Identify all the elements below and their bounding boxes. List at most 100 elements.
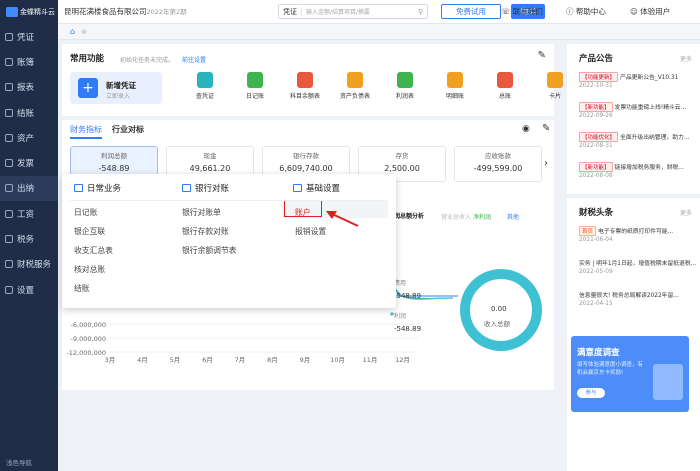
sidebar-item-1[interactable]: 账簿 — [0, 49, 58, 74]
service-icon — [5, 260, 13, 269]
announcement-item[interactable]: 【功能更新】 产品更新公告_V10.31 — [579, 72, 697, 82]
close-icon — [5, 108, 13, 117]
sidebar-item-6[interactable]: 出纳 — [0, 175, 58, 202]
x-tick-label: 11月 — [363, 356, 378, 364]
invoice-icon — [5, 159, 13, 168]
donut-value: 0.00 — [491, 305, 507, 313]
sidebar-item-label: 设置 — [17, 285, 35, 296]
voucher-icon — [5, 32, 13, 41]
announcement-item[interactable]: 【新功能】 发票功能重磅上线!精斗云... — [579, 102, 697, 112]
help-link[interactable]: ⓘ 帮助中心 — [566, 6, 606, 17]
news-text: 信息量很大! 税务总局解读2022年留... — [579, 293, 679, 299]
survey-title: 满意度调查 — [577, 348, 620, 358]
sidebar-item-label: 出纳 — [17, 184, 35, 195]
annot-profit-value: -548.89 — [394, 325, 422, 333]
chart-legend: 营业总收入 净利润 其他 — [441, 212, 519, 221]
x-tick-label: 6月 — [202, 356, 213, 364]
x-tick-label: 7月 — [235, 356, 246, 364]
news-date: 2022-04-15 — [579, 301, 613, 307]
x-tick-label: 3月 — [105, 356, 116, 364]
settings-icon — [293, 184, 302, 192]
menu-item[interactable]: 银行余额调节表 — [182, 245, 237, 256]
cashier-dropdown-menu: 日常业务 银行对账 基础设置 日记账 银企互联 收支汇总表 核对总账 结账 银行对账单银… — [62, 174, 396, 308]
sidebar-item-label: 账簿 — [17, 57, 35, 68]
menu-item[interactable]: 银行对账单 — [182, 207, 221, 218]
sidebar-item-8[interactable]: 税务 — [0, 226, 58, 251]
theme-toggle[interactable]: 浅色导航 — [6, 457, 32, 467]
calendar-icon — [74, 184, 83, 192]
topbar: 昆明花满楼食品有限公司2022年第2期 凭证 输入金额/结算项目/摘要 ⚲ 免费… — [58, 0, 700, 24]
survey-button[interactable]: 参与 — [577, 388, 605, 398]
y-tick-label: -6,000,000 — [71, 321, 106, 329]
announcement-item[interactable]: 【功能优化】 全面升级出纳管理，助力... — [579, 132, 697, 142]
announcement-tag: 【功能优化】 — [579, 132, 619, 142]
news-item[interactable]: 信息量很大! 税务总局解读2022年留... — [579, 290, 697, 299]
menu-item[interactable]: 收支汇总表 — [74, 245, 113, 256]
search-input[interactable]: 输入金额/结算项目/摘要 — [302, 7, 418, 16]
announcement-text: 全面升级出纳管理，助力... — [620, 135, 690, 141]
contact-link[interactable]: ☏ 联系我们 — [501, 6, 543, 17]
search-box[interactable]: 凭证 输入金额/结算项目/摘要 ⚲ — [278, 4, 428, 19]
report-icon — [5, 83, 13, 92]
home-tab-icon[interactable]: ⌂ — [70, 27, 75, 36]
menu-item[interactable]: 银企互联 — [74, 226, 105, 237]
y-tick-label: -9,000,000 — [71, 335, 106, 343]
sidebar-item-label: 结账 — [17, 108, 35, 119]
sidebar-item-10[interactable]: 设置 — [0, 277, 58, 302]
sidebar-item-9[interactable]: 财税服务 — [0, 252, 58, 277]
sidebar-item-2[interactable]: 报表 — [0, 75, 58, 100]
donut-label: 收入总额 — [484, 320, 510, 328]
search-icon[interactable]: ⚲ — [418, 8, 427, 16]
menu-item[interactable]: 报销设置 — [295, 226, 326, 237]
x-tick-label: 8月 — [267, 356, 278, 364]
menu-col-bank-title: 银行对账 — [182, 182, 229, 194]
right-column: 产品公告 更多 【功能更新】 产品更新公告_V10.31 2022-10-31 【新功… — [557, 40, 700, 471]
announcement-tag: 【新功能】 — [579, 102, 613, 112]
menu-item[interactable]: 核对总账 — [74, 264, 105, 275]
salary-icon — [5, 209, 13, 218]
sidebar: 金蝶精斗云 凭证账簿报表结账资产发票出纳工资 税务 财税服务设置 浅色导航 — [0, 0, 58, 471]
announcement-tag: 【功能更新】 — [579, 72, 619, 82]
news-text: 实务 | 明年1月1日起，增值税期末留抵退税... — [579, 261, 697, 267]
app-logo[interactable]: 金蝶精斗云 — [0, 0, 58, 24]
free-trial-button[interactable]: 免费试用 — [441, 4, 501, 19]
news-tag: 首页 — [579, 226, 597, 236]
announcement-date: 2022-08-08 — [579, 173, 613, 179]
x-tick-label: 10月 — [330, 356, 345, 364]
asset-icon — [5, 133, 13, 142]
announcement-more-link[interactable]: 更多 — [680, 54, 692, 63]
menu-item[interactable]: 账户 — [295, 207, 311, 218]
news-text: 电子专票的纸质打印件可能... — [598, 229, 674, 235]
company-name[interactable]: 昆明花满楼食品有限公司2022年第2期 — [64, 6, 187, 17]
search-type-select[interactable]: 凭证 — [279, 6, 302, 17]
menu-item[interactable]: 银行存款对账 — [182, 226, 229, 237]
sidebar-item-0[interactable]: 凭证 — [0, 24, 58, 49]
logo-icon — [6, 7, 18, 17]
annot-expense-value: -548.89 — [394, 292, 422, 300]
sidebar-item-3[interactable]: 结账 — [0, 100, 58, 125]
menu-item[interactable]: 结账 — [74, 283, 90, 294]
sidebar-item-5[interactable]: 发票 — [0, 150, 58, 175]
announcement-text: 链接增加税务服务，财税... — [614, 165, 684, 171]
sidebar-item-4[interactable]: 资产 — [0, 125, 58, 150]
sidebar-item-label: 资产 — [17, 133, 35, 144]
news-item[interactable]: 首页 电子专票的纸质打印件可能... — [579, 226, 697, 236]
news-date: 2022-05-09 — [579, 269, 613, 275]
news-more-link[interactable]: 更多 — [680, 208, 692, 217]
news-item[interactable]: 实务 | 明年1月1日起，增值税期末留抵退税... — [579, 258, 697, 267]
sidebar-item-label: 报表 — [17, 83, 35, 94]
y-tick-label: -12,000,000 — [66, 349, 106, 357]
sidebar-item-7[interactable]: 工资 — [0, 201, 58, 226]
legend-item-0: 营业总收入 — [441, 214, 472, 221]
sidebar-item-label: 凭证 — [17, 32, 35, 43]
survey-banner[interactable]: 满意度调查 填写体验满意度小调查，有机会赢京东卡奖励! 参与 — [571, 336, 689, 412]
news-title: 财税头条 — [579, 208, 614, 218]
user-menu[interactable]: ☺ 体验用户 — [630, 6, 670, 17]
close-tab-icon[interactable]: ⊗ — [81, 28, 87, 36]
menu-item[interactable]: 日记账 — [74, 207, 97, 218]
logo-text: 金蝶精斗云 — [20, 8, 55, 16]
announcement-item[interactable]: 【新功能】 链接增加税务服务，财税... — [579, 162, 697, 172]
announcement-title: 产品公告 — [579, 54, 614, 64]
settings-icon — [5, 285, 13, 294]
x-tick-label: 9月 — [300, 356, 311, 364]
